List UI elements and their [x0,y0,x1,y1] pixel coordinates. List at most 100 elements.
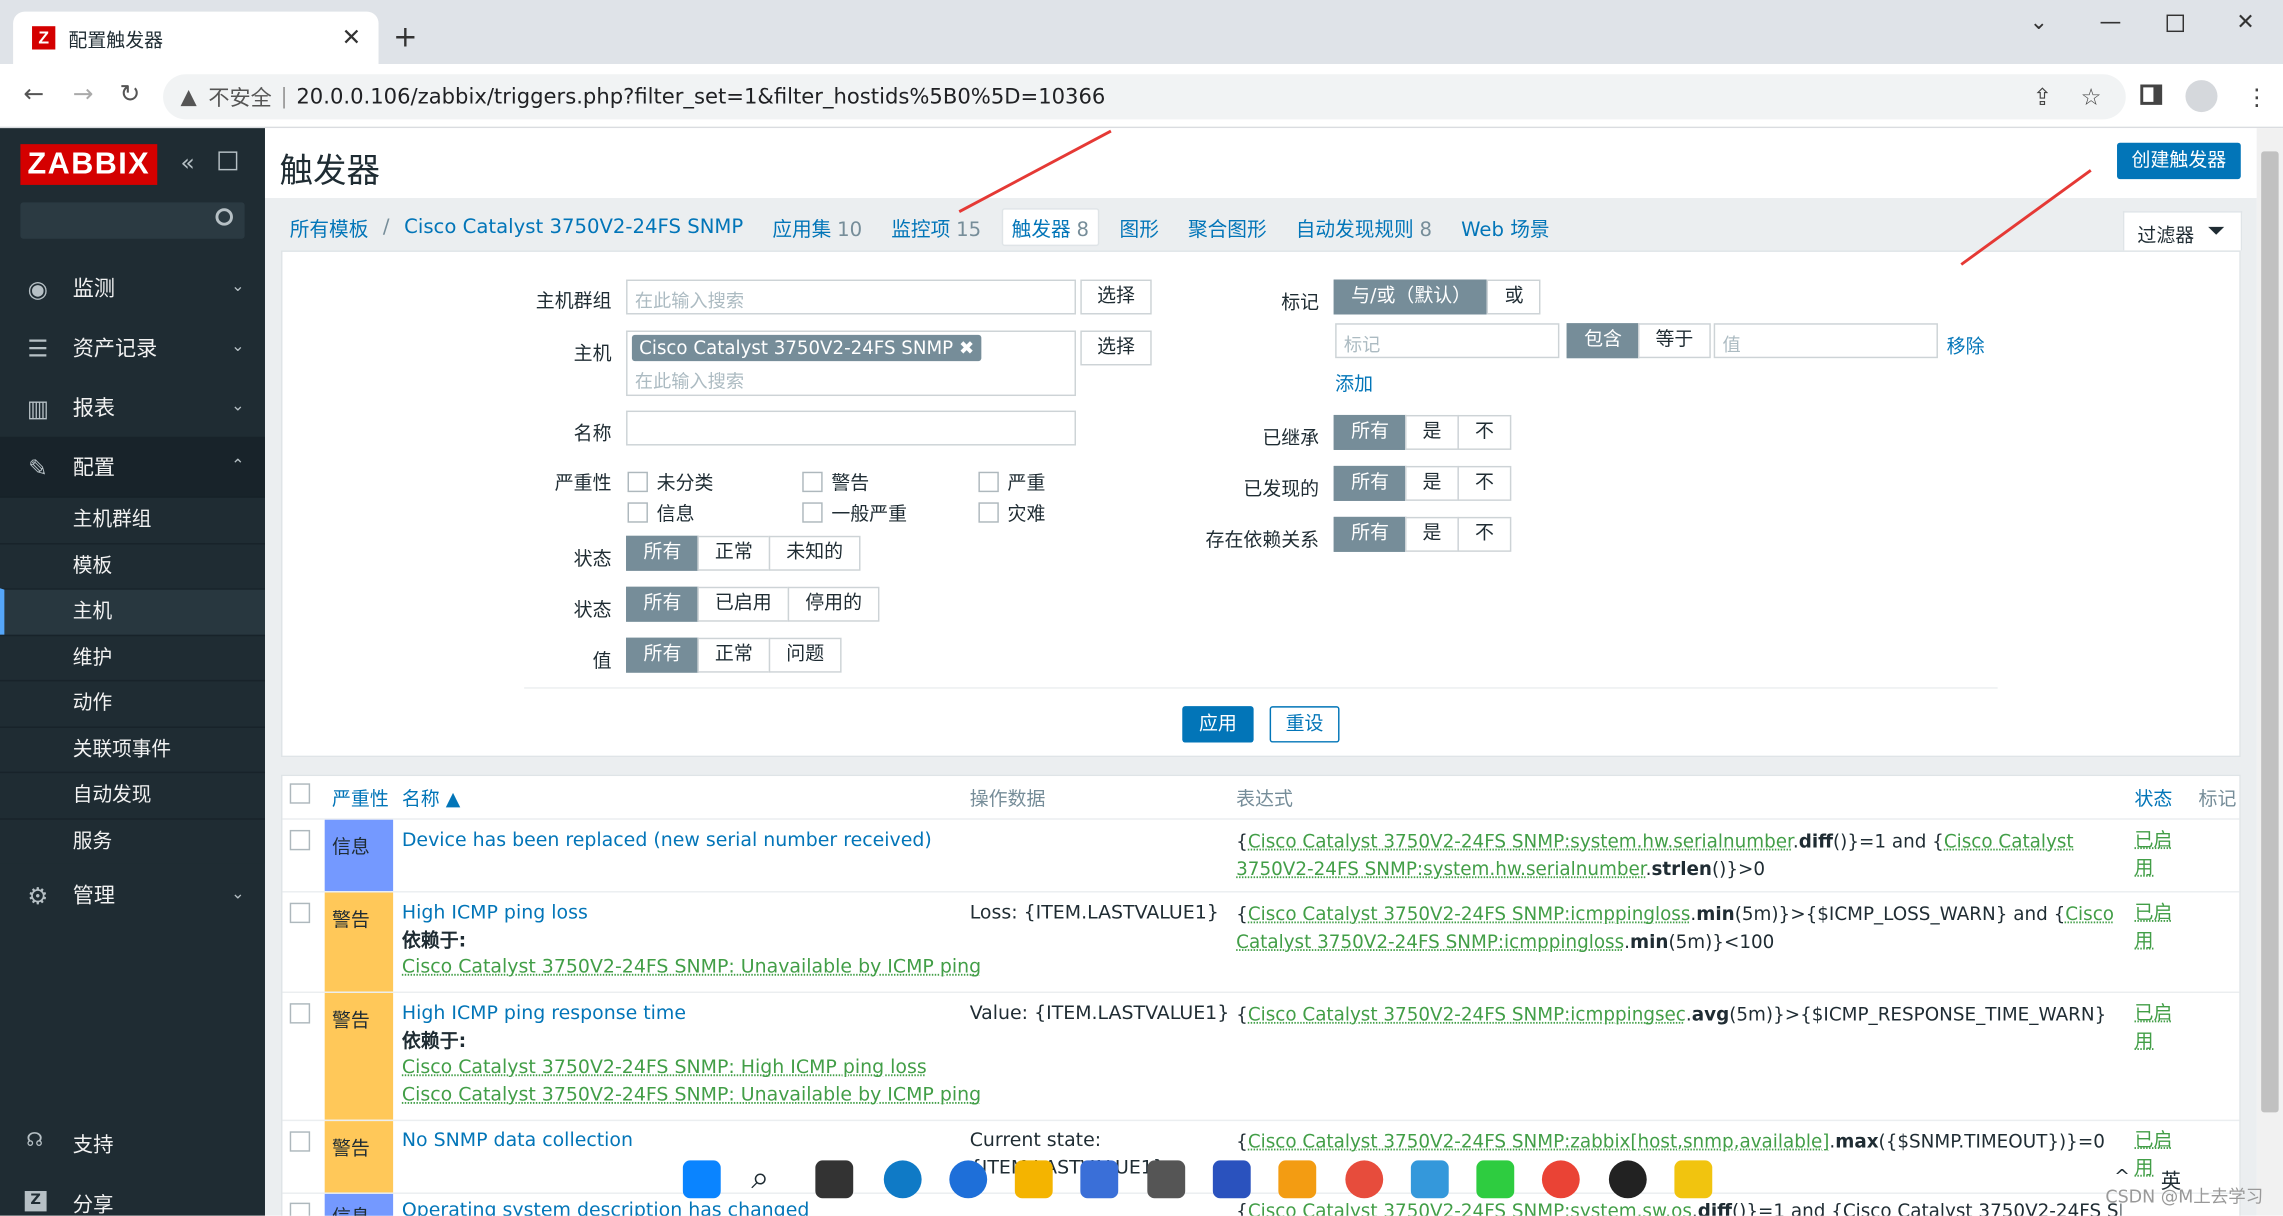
tag-equals[interactable]: 等于 [1638,323,1711,359]
apply-button[interactable]: 应用 [1182,706,1254,743]
player-icon[interactable] [1674,1160,1713,1199]
vm-icon[interactable] [1147,1160,1186,1199]
submenu-actions[interactable]: 动作 [0,679,265,726]
trigger-status[interactable]: 已启用 [2134,1002,2181,1056]
add-tag-link[interactable]: 添加 [1335,368,1373,396]
submenu-hosts[interactable]: 主机 [0,588,265,635]
value-problem[interactable]: 问题 [768,637,842,673]
status-disabled[interactable]: 停用的 [787,586,880,622]
host-group-input[interactable]: 在此输入搜索 [626,279,1076,315]
submenu-services[interactable]: 服务 [0,817,265,864]
inherited-yes[interactable]: 是 [1405,414,1459,450]
trigger-name-link[interactable]: No SNMP data collection [402,1128,633,1155]
submenu-maintenance[interactable]: 维护 [0,634,265,680]
filter-icon[interactable]: ⏷ [2207,217,2224,243]
row-checkbox[interactable] [289,1131,311,1152]
name-input[interactable] [626,410,1076,446]
trigger-name-link[interactable]: Device has been replaced (new serial num… [402,828,932,855]
menu-inventory[interactable]: ☰ 资产记录 ⌄ [0,317,265,377]
new-tab-icon[interactable]: + [393,19,417,54]
discovered-no[interactable]: 不 [1457,465,1512,501]
search-icon[interactable]: ⌕ [751,1160,769,1196]
submenu-discovery[interactable]: 自动发现 [0,771,265,818]
value-ok[interactable]: 正常 [697,637,771,673]
sidebar-search-input[interactable] [20,202,245,239]
tab-screens[interactable]: 聚合图形 [1188,213,1267,241]
create-trigger-button[interactable]: 创建触发器 [2117,142,2241,180]
inherited-no[interactable]: 不 [1457,414,1512,450]
wechat-icon[interactable] [1476,1160,1515,1199]
tab-items[interactable]: 监控项 15 [891,213,981,241]
app-icon[interactable] [949,1160,988,1199]
dependencies-no[interactable]: 不 [1457,516,1512,552]
status-enabled[interactable]: 已启用 [697,586,790,622]
edge-icon[interactable] [883,1160,922,1199]
severity-information[interactable]: 信息 [627,498,695,526]
row-checkbox[interactable] [289,1202,311,1216]
column-severity[interactable]: 严重性 [332,783,389,811]
state-all[interactable]: 所有 [626,535,699,571]
qq-icon[interactable] [1608,1160,1647,1199]
menu-administration[interactable]: ⚙ 管理 ⌄ [0,865,265,925]
severity-not-classified[interactable]: 未分类 [627,467,713,495]
row-checkbox[interactable] [289,1003,311,1024]
app-icon[interactable] [1212,1160,1251,1199]
tab-close-icon[interactable]: ✕ [342,23,362,51]
tab-discovery-rules[interactable]: 自动发现规则 8 [1296,213,1432,241]
remove-tag-link[interactable]: 移除 [1947,331,1985,358]
file-explorer-icon[interactable] [1014,1160,1053,1199]
inherited-all[interactable]: 所有 [1333,414,1407,450]
menu-dots-icon[interactable]: ⋮ [2245,83,2268,111]
crumb-template[interactable]: Cisco Catalyst 3750V2-24FS SNMP [404,215,743,238]
dependency-link[interactable]: Cisco Catalyst 3750V2-24FS SNMP: Unavail… [402,955,981,982]
menu-reports[interactable]: ▥ 报表 ⌄ [0,377,265,437]
tab-web-scenarios[interactable]: Web 场景 [1461,213,1549,241]
select-all-checkbox[interactable] [289,783,311,804]
trigger-status[interactable]: 已启用 [2134,828,2181,882]
store-icon[interactable] [1080,1160,1119,1199]
zabbix-logo[interactable]: ZABBIX [20,144,158,185]
trigger-status[interactable]: 已启用 [2134,901,2181,955]
star-icon[interactable]: ☆ [2081,83,2102,111]
host-tag[interactable]: Cisco Catalyst 3750V2-24FS SNMP ✖ [631,334,982,362]
checkbox[interactable] [802,471,823,492]
status-all[interactable]: 所有 [626,586,699,622]
tab-applications[interactable]: 应用集 10 [772,213,862,241]
tag-name-input[interactable]: 标记 [1335,323,1560,359]
collapse-sidebar-icon[interactable]: « [181,149,195,177]
share-link[interactable]: 分享 [0,1190,265,1216]
submenu-event-correlation[interactable]: 关联项事件 [0,725,265,772]
sidepanel-icon[interactable] [2140,84,2163,105]
maximize-icon[interactable] [2166,14,2184,33]
dependencies-yes[interactable]: 是 [1405,516,1459,552]
profile-avatar[interactable] [2185,80,2218,113]
dependency-link[interactable]: Cisco Catalyst 3750V2-24FS SNMP: High IC… [402,1056,927,1083]
chrome-icon[interactable] [1541,1160,1580,1199]
discovered-yes[interactable]: 是 [1405,465,1459,501]
trigger-name-link[interactable]: High ICMP ping loss [402,901,588,928]
minimize-icon[interactable]: — [2100,9,2122,35]
menu-monitoring[interactable]: ◉ 监测 ⌄ [0,258,265,318]
severity-warning[interactable]: 警告 [802,467,869,495]
column-name[interactable]: 名称 ▲ [402,783,460,811]
tag-contains[interactable]: 包含 [1566,323,1640,359]
scrollbar-thumb[interactable] [2261,151,2279,1113]
windows-start-icon[interactable] [682,1160,721,1199]
dependencies-all[interactable]: 所有 [1333,516,1407,552]
notepad-icon[interactable] [1410,1160,1449,1199]
share-icon[interactable]: ⇪ [2033,83,2053,111]
close-window-icon[interactable]: ✕ [2236,9,2254,35]
app-icon[interactable] [1278,1160,1317,1199]
row-checkbox[interactable] [289,902,311,924]
tag-value-input[interactable]: 值 [1713,323,1938,359]
host-select-button[interactable]: 选择 [1080,330,1152,366]
trigger-name-link[interactable]: Operating system description has changed [402,1198,809,1216]
task-view-icon[interactable] [815,1160,854,1199]
reset-button[interactable]: 重设 [1269,706,1340,743]
discovered-all[interactable]: 所有 [1333,465,1407,501]
reload-icon[interactable]: ↻ [119,80,140,109]
remove-tag-icon[interactable]: ✖ [959,336,974,358]
back-icon[interactable]: ← [23,80,44,109]
submenu-host-groups[interactable]: 主机群组 [0,496,265,543]
checkbox[interactable] [627,501,648,522]
